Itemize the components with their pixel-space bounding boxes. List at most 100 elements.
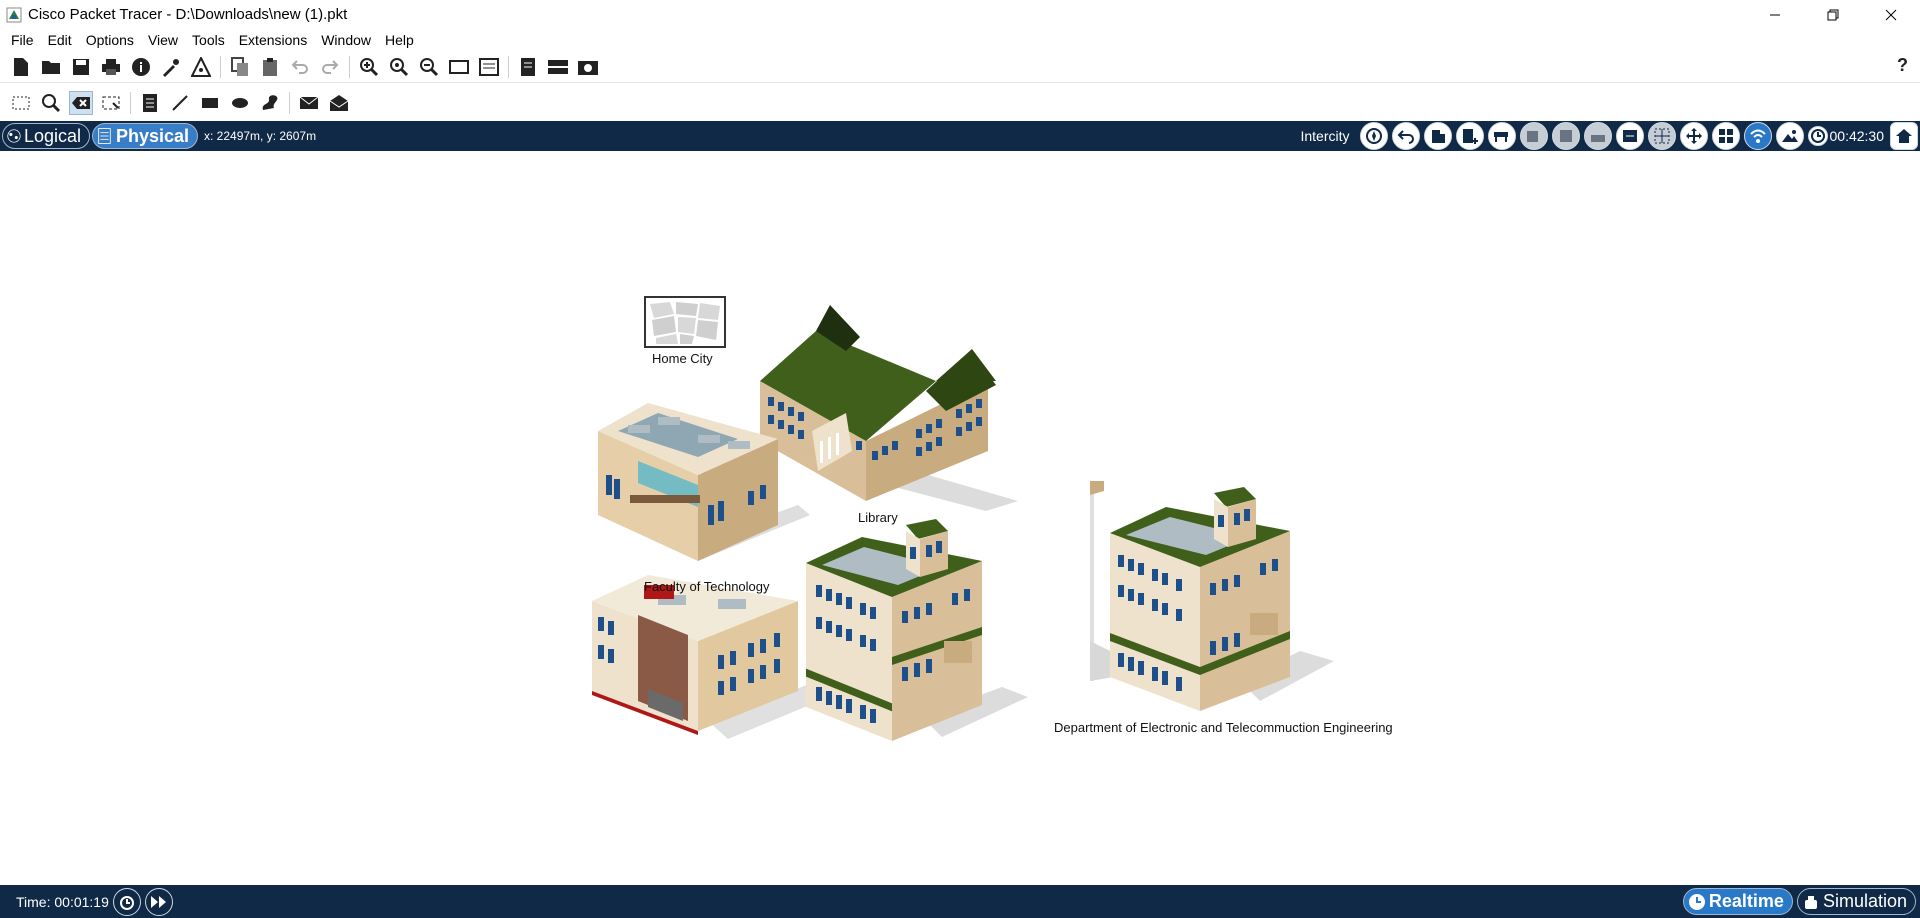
copy-icon: [231, 57, 248, 76]
device-rack-icon: [548, 60, 568, 74]
toolbar-separator: [508, 56, 509, 78]
clock-icon: [1810, 129, 1825, 143]
fast-forward-icon: [150, 895, 166, 908]
physical-mode-button[interactable]: Physical: [92, 123, 198, 149]
drawing-palette-button[interactable]: [447, 55, 471, 79]
screenshot-button[interactable]: [576, 55, 600, 79]
inspect-button[interactable]: [39, 91, 63, 115]
back-arrow-icon: [1397, 130, 1414, 144]
restore-icon: [1827, 9, 1839, 20]
simulation-mode-button[interactable]: Simulation: [1796, 888, 1916, 915]
add-simple-pdu-button[interactable]: [297, 91, 321, 115]
menu-view[interactable]: View: [141, 32, 185, 48]
closed-envelope-icon: [299, 96, 319, 109]
new-file-button[interactable]: [9, 55, 33, 79]
paste-icon: [263, 58, 277, 76]
logical-label: Logical: [23, 125, 81, 146]
home-city-label: Home City: [652, 351, 713, 366]
undo-icon: [291, 60, 308, 74]
close-button[interactable]: [1862, 0, 1920, 29]
wireless-button[interactable]: [1743, 122, 1772, 150]
info-icon: [132, 58, 150, 76]
back-button[interactable]: [1391, 122, 1420, 150]
custom-device-button[interactable]: [477, 55, 501, 79]
realtime-mode-button[interactable]: Realtime: [1682, 888, 1793, 915]
reset-time-button[interactable]: [112, 887, 141, 916]
drawing-toolbar: [0, 87, 1920, 119]
undo-button[interactable]: [288, 55, 312, 79]
draw-ellipse-button[interactable]: [228, 91, 252, 115]
home-city-map[interactable]: [644, 296, 726, 348]
cluster-button[interactable]: [546, 55, 570, 79]
new-wiring-closet-button[interactable]: [1551, 122, 1580, 150]
landscape-icon: [1781, 130, 1798, 142]
freeform-button[interactable]: [258, 91, 282, 115]
home-button[interactable]: [1890, 122, 1918, 150]
draw-line-button[interactable]: [168, 91, 192, 115]
logical-mode-button[interactable]: Logical: [2, 123, 90, 149]
menu-window[interactable]: Window: [314, 32, 378, 48]
grid-button[interactable]: [1647, 122, 1676, 150]
menu-help[interactable]: Help: [378, 32, 421, 48]
simulation-time: Time: 00:01:19: [16, 893, 109, 910]
physical-workspace[interactable]: Home City Library Faculty of Technology …: [0, 151, 1920, 884]
new-table-button[interactable]: [1487, 122, 1516, 150]
grid-icon: [1654, 128, 1669, 144]
menu-file[interactable]: File: [4, 32, 41, 48]
ellipse-icon: [232, 98, 248, 108]
select-button[interactable]: [9, 91, 33, 115]
magnifier-icon: [42, 94, 61, 113]
activity-wizard-button[interactable]: [189, 55, 213, 79]
notes-button[interactable]: [516, 55, 540, 79]
delete-button[interactable]: [69, 91, 93, 115]
menu-extensions[interactable]: Extensions: [232, 32, 314, 48]
tile-view-button[interactable]: [1711, 122, 1740, 150]
new-rack-button[interactable]: [1455, 122, 1484, 150]
restore-button[interactable]: [1804, 0, 1862, 29]
print-icon: [102, 59, 120, 75]
stopwatch-icon: [1804, 895, 1817, 909]
print-button[interactable]: [99, 55, 123, 79]
city-school-building[interactable]: [588, 395, 810, 563]
zoom-out-icon: [420, 58, 439, 77]
paste-button[interactable]: [258, 55, 282, 79]
department-label: Department of Electronic and Telecommuct…: [1054, 720, 1393, 735]
menu-edit[interactable]: Edit: [41, 32, 79, 48]
place-note-button[interactable]: [138, 91, 162, 115]
city-library-building[interactable]: [802, 517, 1028, 741]
time-button[interactable]: [1807, 126, 1828, 146]
draw-rectangle-button[interactable]: [198, 91, 222, 115]
set-background-button[interactable]: [1775, 122, 1804, 150]
menu-tools[interactable]: Tools: [185, 32, 232, 48]
cabling-button[interactable]: [1615, 122, 1644, 150]
delete-icon: [72, 97, 90, 109]
new-building-button[interactable]: [1423, 122, 1452, 150]
logical-topology-icon: [7, 129, 21, 143]
save-button[interactable]: [69, 55, 93, 79]
new-shelf-button[interactable]: [1583, 122, 1612, 150]
redo-button[interactable]: [318, 55, 342, 79]
department-building[interactable]: [1090, 481, 1334, 711]
help-button[interactable]: ?: [1897, 55, 1908, 76]
move-object-button[interactable]: [1679, 122, 1708, 150]
shelf-icon: [1590, 135, 1605, 142]
realtime-clock-icon: [1688, 893, 1705, 910]
network-wizard-button[interactable]: [159, 55, 183, 79]
zoom-reset-button[interactable]: [387, 55, 411, 79]
toolbar-separator: [130, 92, 131, 114]
copy-button[interactable]: [228, 55, 252, 79]
menu-options[interactable]: Options: [79, 32, 141, 48]
minimize-icon: [1770, 14, 1780, 15]
open-file-button[interactable]: [39, 55, 63, 79]
add-complex-pdu-button[interactable]: [327, 91, 351, 115]
fast-forward-button[interactable]: [144, 887, 173, 916]
new-generic-container-button[interactable]: [1519, 122, 1548, 150]
workspace-bar: Logical Physical x: 22497m, y: 2607m Int…: [0, 121, 1920, 151]
resize-button[interactable]: [99, 91, 123, 115]
info-button[interactable]: [129, 55, 153, 79]
minimize-button[interactable]: [1746, 0, 1804, 29]
zoom-out-button[interactable]: [417, 55, 441, 79]
zoom-in-button[interactable]: [357, 55, 381, 79]
notes-icon: [521, 58, 535, 76]
navigation-button[interactable]: [1359, 122, 1388, 150]
